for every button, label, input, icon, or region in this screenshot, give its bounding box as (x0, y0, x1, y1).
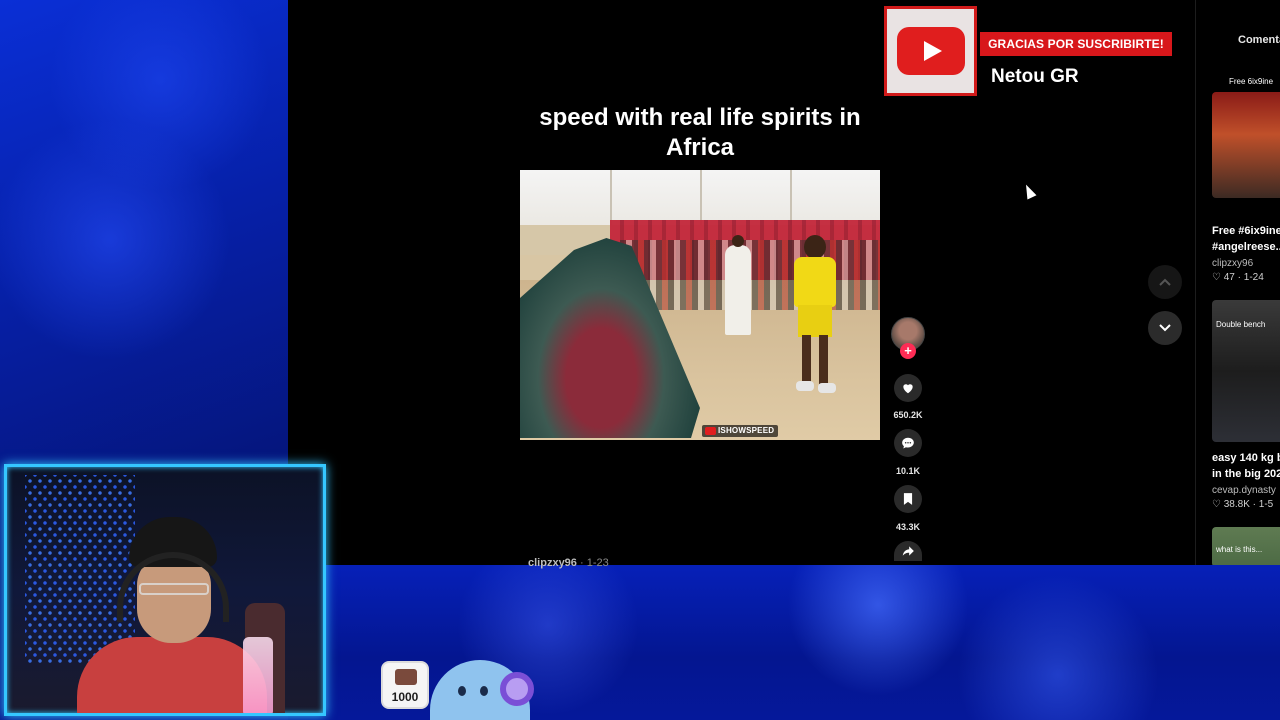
video-scene-main-person (790, 235, 840, 395)
subscriber-name: Netou GR (991, 66, 1079, 87)
related-title[interactable]: easy 140 kg b (1212, 450, 1280, 466)
tab-comments[interactable]: Comenta (1238, 34, 1280, 46)
counter-value: 1000 (391, 690, 419, 704)
post-date: 1-23 (586, 557, 609, 569)
video-scene-person (725, 235, 751, 335)
save-button[interactable] (894, 485, 922, 513)
related-stats: ♡ 47 · 1-24 (1212, 272, 1264, 283)
previous-video-button[interactable] (1148, 265, 1182, 299)
subscriber-goal-counter: 1000 (381, 661, 429, 709)
share-button[interactable] (894, 541, 922, 561)
related-stats: ♡ 38.8K · 1-5 (1212, 499, 1274, 510)
headphones-icon (500, 672, 534, 706)
comment-icon (902, 437, 914, 449)
chevron-up-icon (1159, 278, 1171, 286)
chevron-down-icon (1159, 324, 1171, 332)
youtube-icon (705, 427, 716, 435)
webcam-streamer (77, 507, 285, 713)
video-title: speed with real life spirits in Africa (539, 104, 861, 161)
related-title-line2[interactable]: #angelreese... (1212, 239, 1280, 255)
comment-count: 10.1K (895, 466, 921, 476)
comment-button[interactable] (894, 429, 922, 457)
related-panel: Comenta Free 6ix9ine Free #6ix9ine #ange… (1195, 0, 1280, 565)
subscribe-logo (884, 6, 977, 96)
mascot-graphic (430, 650, 542, 720)
bookmark-icon (903, 493, 913, 505)
cake-icon (395, 669, 417, 685)
related-user[interactable]: cevap.dynasty (1212, 485, 1276, 496)
save-count: 43.3K (895, 522, 921, 532)
like-count: 650.2K (893, 410, 923, 420)
share-icon (902, 546, 914, 556)
related-title-line2[interactable]: in the big 202 (1212, 466, 1280, 482)
youtube-logo-icon (896, 27, 965, 75)
like-button[interactable] (894, 374, 922, 402)
thumbnail-caption: Double bench (1216, 320, 1266, 329)
watermark-text: ISHOWSPEED (718, 426, 775, 435)
webcam-lamp (243, 637, 273, 713)
related-thumbnail[interactable] (1212, 92, 1280, 198)
follow-button[interactable]: + (900, 343, 916, 359)
related-title[interactable]: Free #6ix9ine (1212, 223, 1280, 239)
video-author-line[interactable]: clipzxy96 · 1-23 (528, 557, 609, 569)
author-name: clipzxy96 (528, 557, 577, 569)
video-player[interactable]: ISHOWSPEED (520, 170, 880, 440)
heart-icon (903, 384, 913, 394)
video-watermark: ISHOWSPEED (702, 425, 779, 437)
thumbnail-caption: Free 6ix9ine (1229, 77, 1274, 86)
streamer-webcam (4, 464, 326, 716)
thumbnail-caption: what is this... (1216, 545, 1263, 554)
related-user[interactable]: clipzxy96 (1212, 258, 1253, 269)
subscribe-banner: GRACIAS POR SUSCRIBIRTE! (980, 32, 1172, 56)
next-video-button[interactable] (1148, 311, 1182, 345)
